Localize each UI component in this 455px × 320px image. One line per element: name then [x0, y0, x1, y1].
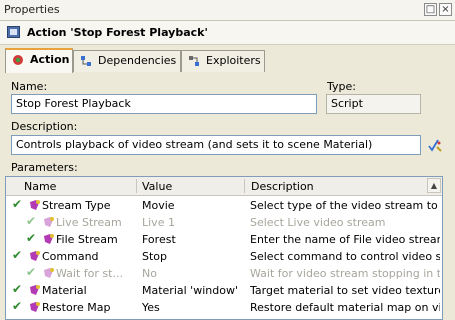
check-icon: ✔: [12, 248, 23, 262]
parameter-icon: [44, 268, 54, 278]
film-icon: [7, 26, 20, 38]
parameter-value: No: [142, 267, 157, 280]
window-titlebar: Properties □ ×: [0, 0, 455, 21]
description-field[interactable]: Controls playback of video stream (and s…: [11, 135, 421, 155]
spell-check-icon[interactable]: [427, 137, 443, 153]
parameter-name: Stream Type: [42, 199, 111, 212]
parameter-description: Wait for video stream stopping in th...: [250, 267, 440, 280]
column-value[interactable]: Value: [142, 180, 172, 193]
parameter-name: Material: [42, 284, 87, 297]
parameter-description: Select Live video stream: [250, 216, 386, 229]
column-name[interactable]: Name: [24, 180, 56, 193]
parameter-icon: [30, 302, 40, 312]
tab-exploiters[interactable]: Exploiters: [181, 50, 265, 72]
parameter-description: Target material to set video texture: [250, 284, 440, 297]
name-field[interactable]: Stop Forest Playback: [11, 94, 317, 114]
tab-dependencies[interactable]: Dependencies: [73, 50, 181, 72]
parameter-value: Movie: [142, 199, 175, 212]
check-icon: ✔: [12, 197, 23, 211]
parameter-name: Live Stream: [56, 216, 122, 229]
parameter-name: File Stream: [56, 233, 118, 246]
object-title: Action 'Stop Forest Playback': [27, 26, 208, 39]
name-label: Name:: [11, 80, 48, 93]
dependencies-icon: [81, 56, 91, 66]
parameter-description: Restore default material map on vid...: [250, 301, 440, 314]
parameter-value: Stop: [142, 250, 168, 263]
tab-dependencies-label: Dependencies: [98, 54, 177, 67]
parameter-value: Material 'window': [142, 284, 238, 297]
parameter-name: Command: [42, 250, 99, 263]
exploiters-icon: [189, 56, 199, 66]
parameter-value: Yes: [142, 301, 160, 314]
parameter-value: Forest: [142, 233, 176, 246]
parameter-icon: [30, 285, 40, 295]
description-label: Description:: [11, 120, 78, 133]
check-icon: ✔: [12, 282, 23, 296]
type-field: Script: [326, 94, 421, 114]
object-header: Action 'Stop Forest Playback': [0, 21, 455, 45]
check-icon: ✔: [26, 265, 37, 279]
tab-action[interactable]: Action: [5, 48, 73, 73]
parameter-name: Wait for st...: [56, 267, 123, 280]
parameter-icon: [44, 217, 54, 227]
check-icon: ✔: [26, 231, 37, 245]
table-row[interactable]: ✔ Wait for st... No Wait for video stream s…: [6, 265, 442, 282]
window-title: Properties: [4, 3, 60, 16]
table-row[interactable]: ✔ Restore Map Yes Restore default material …: [6, 299, 442, 316]
parameters-grid: Name Value Description ▲ ✔ Stream Type Mov…: [5, 176, 443, 320]
column-description[interactable]: Description: [251, 180, 314, 193]
table-row[interactable]: ✔ Material Material 'window' Target materia…: [6, 282, 442, 299]
action-icon: [13, 55, 23, 65]
grid-header: Name Value Description ▲: [6, 177, 442, 196]
tab-strip: Action Dependencies Exploiters: [0, 45, 455, 73]
restore-icon[interactable]: □: [424, 3, 437, 16]
parameter-value: Live 1: [142, 216, 175, 229]
parameter-icon: [44, 234, 54, 244]
table-row[interactable]: ✔ Command Stop Select command to control vi…: [6, 248, 442, 265]
tab-action-label: Action: [30, 53, 70, 66]
parameter-description: Select type of the video stream to c...: [250, 199, 440, 212]
parameter-icon: [30, 200, 40, 210]
scroll-up-icon[interactable]: ▲: [427, 178, 441, 193]
parameter-icon: [30, 251, 40, 261]
table-row[interactable]: ✔ File Stream Forest Enter the name of File…: [6, 231, 442, 248]
check-icon: ✔: [26, 214, 37, 228]
tab-exploiters-label: Exploiters: [206, 54, 261, 67]
parameter-description: Select command to control video str...: [250, 250, 440, 263]
table-row[interactable]: ✔ Stream Type Movie Select type of the vide…: [6, 197, 442, 214]
table-row[interactable]: ✔ Live Stream Live 1 Select Live video stre…: [6, 214, 442, 231]
type-label: Type:: [327, 80, 356, 93]
check-icon: ✔: [12, 299, 23, 313]
parameter-description: Enter the name of File video stream: [250, 233, 440, 246]
close-icon[interactable]: ×: [439, 3, 452, 16]
parameter-name: Restore Map: [42, 301, 111, 314]
parameters-label: Parameters:: [11, 161, 78, 174]
